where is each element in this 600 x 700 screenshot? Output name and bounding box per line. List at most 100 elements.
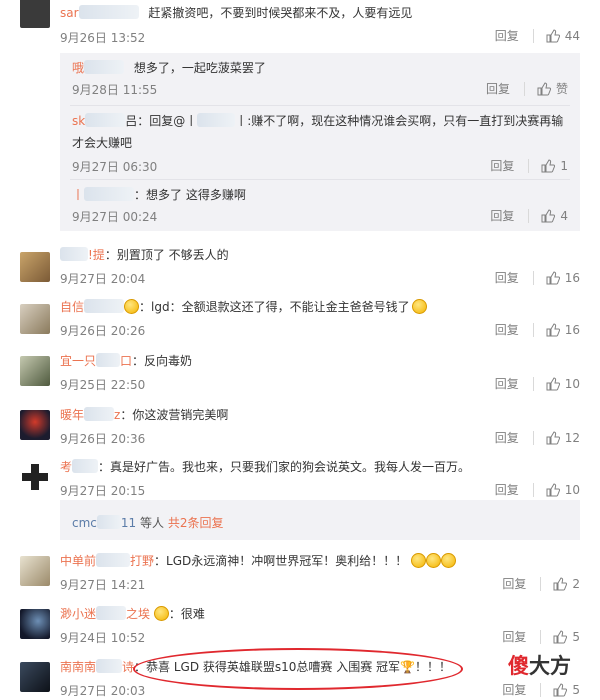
thumbs-up-icon[interactable] bbox=[553, 629, 568, 644]
avatar[interactable] bbox=[20, 356, 50, 386]
comment-time: 9月24日 10:52 bbox=[60, 631, 146, 645]
comment-text: ：LGD永远滴神！冲啊世界冠军！奥利给！！！ bbox=[154, 554, 408, 568]
blurred-username bbox=[84, 187, 135, 201]
avatar[interactable] bbox=[20, 662, 50, 692]
like-count: 1 bbox=[560, 158, 568, 173]
like-count: 10 bbox=[564, 376, 580, 391]
comment-time: 9月27日 20:15 bbox=[60, 484, 146, 498]
comment-username[interactable]: 宜一只 bbox=[60, 354, 96, 368]
comment-time: 9月25日 22:50 bbox=[60, 378, 146, 392]
like-count: 16 bbox=[564, 270, 580, 285]
reply-button[interactable]: 回复 bbox=[495, 269, 519, 286]
avatar[interactable] bbox=[20, 556, 50, 586]
thumbs-up-icon[interactable] bbox=[546, 270, 560, 285]
thumbs-up-icon[interactable] bbox=[541, 208, 556, 223]
thumbs-up-icon[interactable] bbox=[537, 81, 551, 96]
avatar[interactable] bbox=[20, 252, 50, 282]
sub-reply-username[interactable]: 丨 bbox=[72, 188, 84, 202]
reply-button[interactable]: 回复 bbox=[486, 80, 510, 97]
comment-username-suffix[interactable]: 打野 bbox=[130, 554, 154, 568]
comment-text: 赶紧撤资吧，不要到时候哭都来不及，人要有远见 bbox=[148, 6, 413, 20]
thumbs-up-icon[interactable] bbox=[553, 682, 568, 697]
sub-reply-username[interactable]: sk bbox=[72, 114, 85, 128]
reply-username[interactable]: cmc bbox=[72, 516, 97, 530]
divider bbox=[532, 482, 534, 497]
avatar[interactable] bbox=[20, 462, 50, 492]
like-label: 赞 bbox=[555, 82, 568, 96]
reply-button[interactable]: 回复 bbox=[502, 681, 526, 698]
comment-username[interactable]: 考 bbox=[60, 460, 72, 474]
avatar[interactable] bbox=[20, 410, 50, 440]
avatar[interactable] bbox=[20, 609, 50, 639]
comment-item: 中单前 打野：LGD永远滴神！冲啊世界冠军！奥利给！！！ 9月27日 14:21 … bbox=[0, 550, 600, 595]
blurred-username bbox=[84, 407, 115, 421]
thumbs-up-icon[interactable] bbox=[541, 158, 556, 173]
reply-button[interactable]: 回复 bbox=[502, 575, 526, 592]
reply-button[interactable]: 回复 bbox=[495, 375, 519, 392]
reply-button[interactable]: 回复 bbox=[495, 429, 519, 446]
comment-username[interactable]: sar bbox=[60, 6, 79, 20]
blurred-username bbox=[78, 5, 139, 19]
comment-text: ：lgd：全额退款这还了得，不能让金主爸爸号钱了 bbox=[139, 300, 410, 314]
view-more-replies-link[interactable]: 共2条回复 bbox=[168, 516, 224, 530]
sub-reply-username[interactable]: 哦 bbox=[72, 61, 84, 75]
comment-item: 暖年 z：你这波营销完美啊 9月26日 20:36 回复 12 bbox=[0, 404, 600, 454]
comment-item: 自信 ：lgd：全额退款这还了得，不能让金主爸爸号钱了 9月26日 20:26 回… bbox=[0, 296, 600, 346]
sub-reply-time: 9月27日 00:24 bbox=[72, 210, 158, 224]
watermark-text: 大方 bbox=[529, 654, 571, 678]
comment-username-suffix[interactable]: 口 bbox=[120, 354, 132, 368]
reply-username-suffix[interactable]: 11 bbox=[121, 516, 136, 530]
reply-button[interactable]: 回复 bbox=[495, 321, 519, 338]
divider bbox=[523, 81, 525, 96]
avatar[interactable] bbox=[20, 304, 50, 334]
like-count: 44 bbox=[564, 28, 580, 43]
reply-button[interactable]: 回复 bbox=[495, 27, 519, 44]
highlight-oval bbox=[133, 648, 463, 690]
thumbs-up-icon[interactable] bbox=[546, 322, 560, 337]
thumbs-up-icon[interactable] bbox=[546, 376, 560, 391]
emoji-icon bbox=[411, 553, 427, 568]
like-count: 2 bbox=[572, 576, 580, 591]
thumbs-up-icon[interactable] bbox=[546, 430, 560, 445]
thumbs-up-icon[interactable] bbox=[546, 482, 560, 497]
sub-reply: 哦 想多了，一起吃菠菜罢了 9月28日 11:55 回复 赞 bbox=[60, 53, 580, 105]
comment-username-suffix[interactable]: 之埃 bbox=[126, 607, 150, 621]
comment-item: sar 赶紧撤资吧，不要到时候哭都来不及，人要有远见 9月26日 13:52 回… bbox=[0, 0, 600, 50]
thumbs-up-icon[interactable] bbox=[553, 576, 568, 591]
comment-text: ：真是好广告。我也来，只要我们家的狗会说英文。我每人发一百万。 bbox=[98, 460, 471, 474]
divider bbox=[532, 376, 534, 391]
comment-username[interactable]: 渺小迷 bbox=[60, 607, 96, 621]
divider bbox=[540, 576, 542, 591]
comment-username[interactable]: 南南南 bbox=[60, 660, 96, 674]
comment-time: 9月26日 13:52 bbox=[60, 31, 146, 45]
comment-username[interactable]: 自信 bbox=[60, 300, 84, 314]
comment-username[interactable]: !提 bbox=[88, 248, 105, 262]
blurred-username bbox=[96, 659, 123, 673]
reply-button[interactable]: 回复 bbox=[495, 481, 519, 498]
divider bbox=[540, 682, 542, 697]
emoji-icon bbox=[441, 553, 457, 568]
thumbs-up-icon[interactable] bbox=[546, 28, 560, 43]
like-count: 4 bbox=[560, 208, 568, 223]
avatar[interactable] bbox=[20, 0, 50, 28]
sub-reply-time: 9月27日 06:30 bbox=[72, 160, 158, 174]
comment-time: 9月26日 20:26 bbox=[60, 324, 146, 338]
blurred-username bbox=[84, 299, 125, 313]
sub-reply: 丨 ：想多了 这得多赚啊 9月27日 00:24 回复 4 bbox=[60, 180, 580, 230]
sub-reply-text: 吕：回复@丨 bbox=[125, 114, 198, 128]
comment-username[interactable]: 暖年 bbox=[60, 408, 84, 422]
divider bbox=[528, 158, 530, 173]
reply-button[interactable]: 回复 bbox=[490, 207, 514, 224]
cross-icon bbox=[22, 464, 48, 490]
emoji-icon bbox=[426, 553, 442, 568]
reply-button[interactable]: 回复 bbox=[490, 157, 514, 174]
reply-button[interactable]: 回复 bbox=[502, 628, 526, 645]
comment-time: 9月27日 20:04 bbox=[60, 272, 146, 286]
comment-item: 宜一只 口：反向毒奶 9月25日 22:50 回复 10 bbox=[0, 350, 600, 400]
emoji-icon bbox=[411, 299, 427, 314]
more-replies-label: 等人 bbox=[140, 516, 165, 530]
comment-item: !提：别置顶了 不够丢人的 9月27日 20:04 回复 16 bbox=[0, 242, 600, 292]
comment-username[interactable]: 中单前 bbox=[60, 554, 96, 568]
like-count: 12 bbox=[564, 430, 580, 445]
like-count: 10 bbox=[564, 482, 580, 497]
